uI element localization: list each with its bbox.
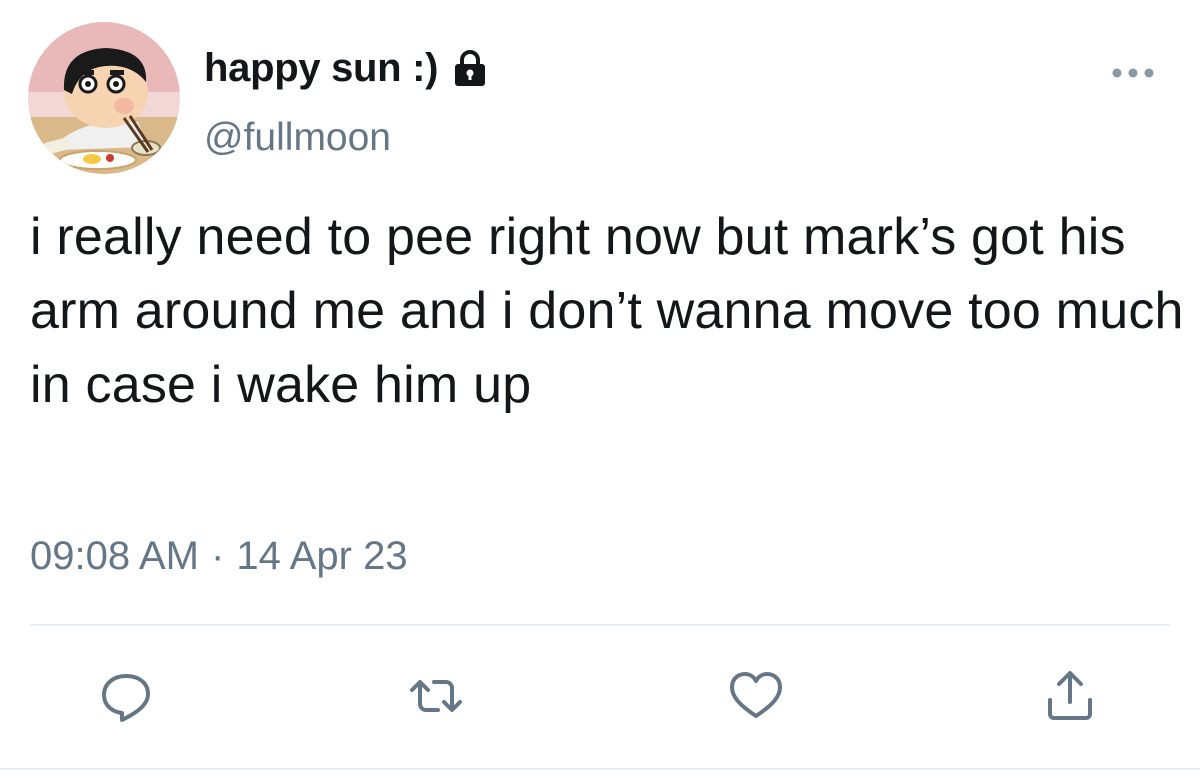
- lock-icon: [450, 48, 490, 88]
- more-options-button[interactable]: [1108, 62, 1158, 84]
- cartoon-avatar-icon: [28, 22, 180, 174]
- tweet-card: happy sun :) @fullmoon i really need to …: [0, 0, 1200, 783]
- more-icon: [1112, 68, 1154, 78]
- like-button[interactable]: [728, 668, 784, 724]
- tweet-text: i really need to pee right now but mark’…: [30, 208, 1184, 414]
- tweet-time: 09:08 AM: [30, 534, 200, 578]
- tweet-date: 14 Apr 23: [236, 534, 408, 578]
- avatar[interactable]: [28, 22, 180, 174]
- reply-button[interactable]: [98, 668, 154, 724]
- tweet-timestamp[interactable]: 09:08 AM · 14 Apr 23: [30, 534, 408, 579]
- retweet-button[interactable]: [408, 668, 464, 724]
- bottom-divider: [0, 768, 1200, 770]
- share-icon: [1048, 671, 1092, 720]
- retweet-icon: [410, 680, 462, 712]
- display-name[interactable]: happy sun :): [204, 46, 438, 91]
- share-button[interactable]: [1042, 668, 1098, 724]
- heart-icon: [730, 672, 782, 718]
- reply-icon: [102, 674, 150, 722]
- divider: [30, 624, 1170, 626]
- timestamp-separator: ·: [211, 534, 225, 578]
- author-name-row: happy sun :): [204, 38, 490, 98]
- username[interactable]: @fullmoon: [204, 116, 391, 160]
